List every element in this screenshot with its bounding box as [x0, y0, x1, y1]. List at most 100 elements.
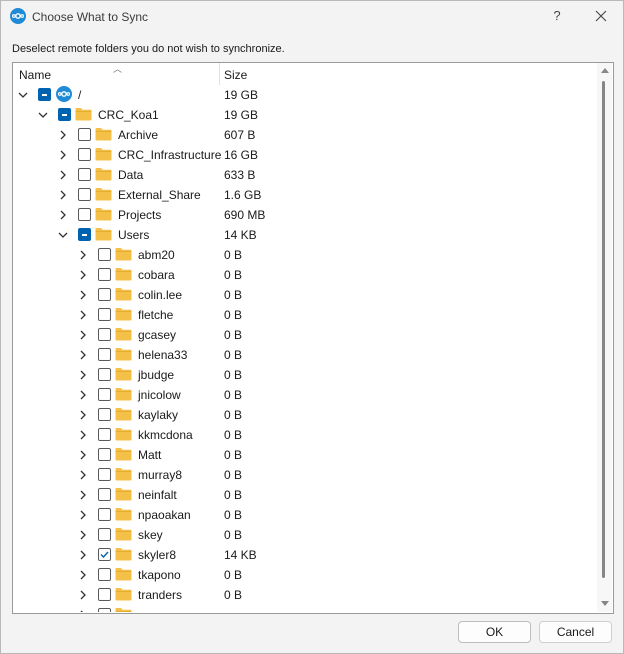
tree-row[interactable]: gcasey 0 B [13, 325, 596, 345]
chevron-right-icon[interactable] [78, 469, 88, 481]
chevron-right-icon[interactable] [78, 289, 88, 301]
vertical-scrollbar[interactable] [597, 63, 612, 612]
chevron-right-icon[interactable] [58, 129, 68, 141]
folder-checkbox[interactable] [98, 608, 111, 612]
tree-row[interactable]: jbudge 0 B [13, 365, 596, 385]
folder-checkbox[interactable] [78, 148, 91, 161]
column-header-size[interactable]: Size [224, 68, 247, 82]
chevron-right-icon[interactable] [58, 169, 68, 181]
folder-checkbox[interactable] [98, 568, 111, 581]
tree-row[interactable]: neinfalt 0 B [13, 485, 596, 505]
chevron-right-icon[interactable] [78, 449, 88, 461]
tree-row[interactable]: kkmcdona 0 B [13, 425, 596, 445]
tree-row[interactable]: murray8 0 B [13, 465, 596, 485]
tree-row[interactable]: Users 14 KB [13, 225, 596, 245]
folder-checkbox[interactable] [98, 288, 111, 301]
folder-checkbox[interactable] [98, 248, 111, 261]
folder-tree[interactable]: ︿ Name Size / 19 GB CRC_Koa1 19 GB Archive 60… [12, 62, 614, 614]
chevron-right-icon[interactable] [58, 149, 68, 161]
column-divider[interactable] [219, 63, 220, 85]
tree-row[interactable]: skyler8 14 KB [13, 545, 596, 565]
folder-name: cobara [138, 268, 175, 282]
scroll-up-arrow-icon[interactable] [601, 67, 609, 73]
folder-checkbox[interactable] [98, 548, 111, 561]
folder-checkbox[interactable] [98, 328, 111, 341]
folder-checkbox[interactable] [58, 108, 71, 121]
tree-row[interactable]: cobara 0 B [13, 265, 596, 285]
chevron-right-icon[interactable] [78, 609, 88, 612]
tree-row[interactable]: kaylaky 0 B [13, 405, 596, 425]
chevron-right-icon[interactable] [78, 509, 88, 521]
column-header-name[interactable]: Name [19, 68, 51, 82]
ok-button[interactable]: OK [458, 621, 531, 643]
tree-row[interactable]: abm20 0 B [13, 245, 596, 265]
folder-size: 690 MB [224, 208, 266, 222]
chevron-right-icon[interactable] [78, 489, 88, 501]
chevron-right-icon[interactable] [78, 549, 88, 561]
folder-checkbox[interactable] [78, 228, 91, 241]
chevron-right-icon[interactable] [78, 569, 88, 581]
tree-row[interactable]: colin.lee 0 B [13, 285, 596, 305]
tree-row[interactable]: Data 633 B [13, 165, 596, 185]
tree-row[interactable]: Matt 0 B [13, 445, 596, 465]
folder-checkbox[interactable] [78, 208, 91, 221]
tree-row[interactable]: helena33 0 B [13, 345, 596, 365]
folder-checkbox[interactable] [98, 468, 111, 481]
chevron-down-icon[interactable] [38, 109, 48, 121]
folder-checkbox[interactable] [98, 308, 111, 321]
tree-row[interactable] [13, 605, 596, 612]
folder-icon [115, 308, 132, 321]
folder-checkbox[interactable] [98, 408, 111, 421]
chevron-right-icon[interactable] [78, 429, 88, 441]
tree-row[interactable]: npaoakan 0 B [13, 505, 596, 525]
folder-checkbox[interactable] [78, 128, 91, 141]
chevron-down-icon[interactable] [18, 89, 28, 101]
scroll-down-arrow-icon[interactable] [601, 601, 609, 607]
folder-checkbox[interactable] [98, 428, 111, 441]
folder-checkbox[interactable] [98, 388, 111, 401]
tree-row[interactable]: External_Share 1.6 GB [13, 185, 596, 205]
help-button[interactable]: ? [548, 6, 566, 26]
window-title: Choose What to Sync [32, 10, 149, 24]
folder-checkbox[interactable] [98, 528, 111, 541]
cancel-button[interactable]: Cancel [539, 621, 612, 643]
tree-row[interactable]: CRC_Infrastructure 16 GB [13, 145, 596, 165]
tree-row[interactable]: fletche 0 B [13, 305, 596, 325]
chevron-right-icon[interactable] [78, 589, 88, 601]
chevron-right-icon[interactable] [78, 369, 88, 381]
chevron-right-icon[interactable] [78, 269, 88, 281]
folder-size: 19 GB [224, 88, 259, 102]
folder-checkbox[interactable] [38, 88, 51, 101]
chevron-right-icon[interactable] [78, 389, 88, 401]
chevron-right-icon[interactable] [58, 209, 68, 221]
chevron-right-icon[interactable] [78, 409, 88, 421]
folder-checkbox[interactable] [98, 508, 111, 521]
chevron-right-icon[interactable] [78, 309, 88, 321]
chevron-right-icon[interactable] [78, 529, 88, 541]
tree-row[interactable]: skey 0 B [13, 525, 596, 545]
folder-checkbox[interactable] [98, 348, 111, 361]
tree-row[interactable]: jnicolow 0 B [13, 385, 596, 405]
folder-checkbox[interactable] [78, 188, 91, 201]
folder-checkbox[interactable] [98, 588, 111, 601]
tree-row[interactable]: Archive 607 B [13, 125, 596, 145]
folder-checkbox[interactable] [98, 268, 111, 281]
tree-row[interactable]: Projects 690 MB [13, 205, 596, 225]
chevron-down-icon[interactable] [58, 229, 68, 241]
folder-checkbox[interactable] [98, 368, 111, 381]
tree-rows: /19 GB CRC_Koa1 19 GB Archive 607 B CRC_Infra… [13, 85, 596, 612]
title-bar: Choose What to Sync ? [1, 1, 623, 33]
folder-checkbox[interactable] [98, 448, 111, 461]
tree-row[interactable]: CRC_Koa1 19 GB [13, 105, 596, 125]
chevron-right-icon[interactable] [58, 189, 68, 201]
tree-row[interactable]: tranders 0 B [13, 585, 596, 605]
scrollbar-thumb[interactable] [602, 81, 605, 578]
folder-checkbox[interactable] [78, 168, 91, 181]
tree-row[interactable]: tkapono 0 B [13, 565, 596, 585]
tree-row[interactable]: / 19 GB [13, 85, 596, 105]
folder-checkbox[interactable] [98, 488, 111, 501]
chevron-right-icon[interactable] [78, 329, 88, 341]
chevron-right-icon[interactable] [78, 249, 88, 261]
close-button[interactable] [591, 6, 611, 26]
chevron-right-icon[interactable] [78, 349, 88, 361]
